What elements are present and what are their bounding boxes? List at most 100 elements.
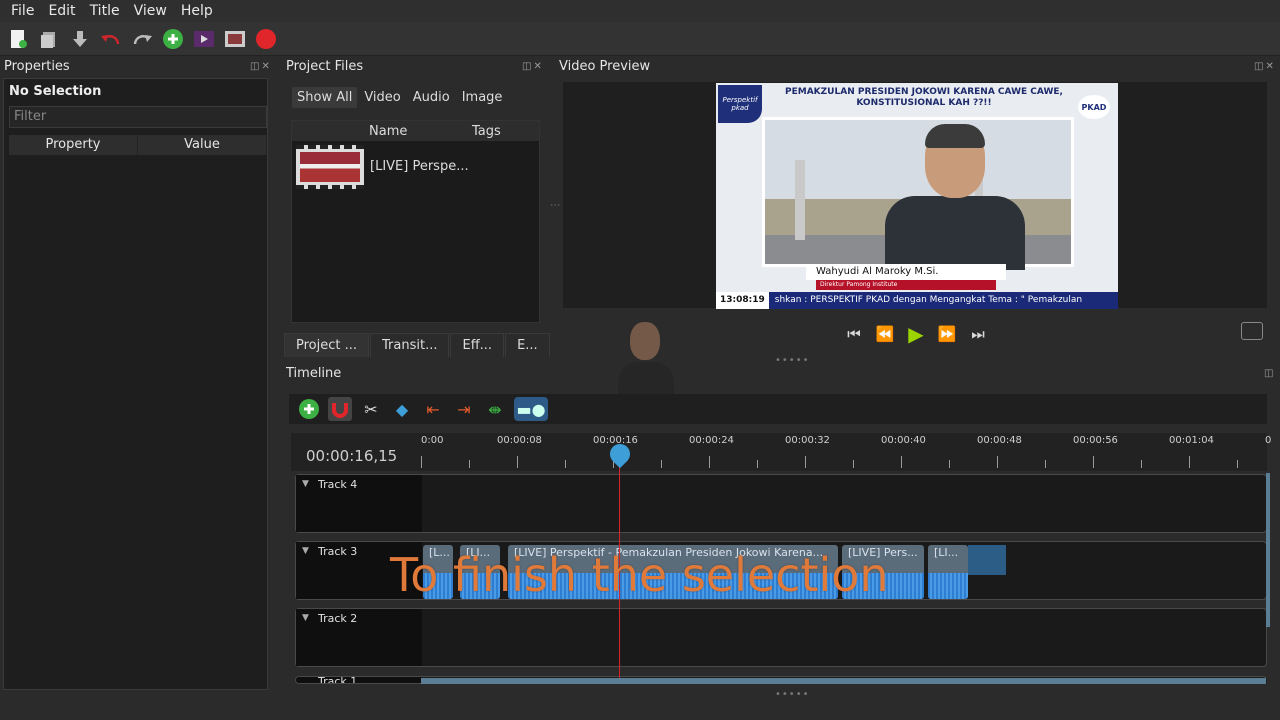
- undo-icon[interactable]: [99, 27, 123, 51]
- ruler-tick: [469, 460, 470, 468]
- jump-start-icon[interactable]: ⏮: [843, 325, 865, 343]
- timeline-horizontal-scrollbar[interactable]: [421, 678, 1267, 684]
- project-files-dock-buttons[interactable]: ◫✕: [522, 61, 544, 72]
- rewind-icon[interactable]: ⏪: [874, 325, 896, 343]
- previous-marker-icon[interactable]: ⇤: [421, 397, 445, 421]
- jump-end-icon[interactable]: ⏭: [967, 325, 989, 343]
- ruler-tick: [949, 460, 950, 468]
- scrollbar-thumb[interactable]: [421, 678, 1266, 684]
- track-label: Track 1: [318, 676, 358, 684]
- snapping-icon[interactable]: [328, 397, 352, 421]
- ruler-tick: [517, 456, 518, 468]
- name-column-header[interactable]: Name: [369, 124, 407, 139]
- profile-icon[interactable]: [192, 27, 216, 51]
- value-column-header[interactable]: Value: [138, 135, 267, 155]
- video-preview-title: Video Preview: [559, 59, 651, 74]
- collapse-icon[interactable]: ▼: [302, 613, 309, 623]
- menu-file[interactable]: File: [4, 3, 41, 19]
- splitter-handle[interactable]: •••••: [775, 689, 810, 700]
- ruler-label: 00:01:04: [1169, 435, 1214, 446]
- track-header[interactable]: ▼ Track 2: [296, 609, 422, 666]
- track-2[interactable]: ▼ Track 2: [295, 608, 1267, 667]
- tab-image[interactable]: Image: [457, 87, 508, 108]
- timeline-vertical-scrollbar[interactable]: [1266, 473, 1270, 627]
- property-column-header[interactable]: Property: [9, 135, 138, 155]
- timeline-title: Timeline: [286, 366, 342, 381]
- ruler-tick: [805, 456, 806, 468]
- track-label: Track 2: [318, 612, 358, 625]
- ruler-tick: [1237, 460, 1238, 468]
- tower-shape: [795, 160, 805, 240]
- tags-column-header[interactable]: Tags: [472, 124, 501, 139]
- speaker-role: Direktur Pamong Institute: [816, 280, 996, 290]
- ruler-tick: [901, 456, 902, 468]
- collapse-icon[interactable]: ▼: [302, 479, 309, 489]
- import-files-icon[interactable]: [161, 27, 185, 51]
- snapshot-icon[interactable]: [1241, 322, 1263, 340]
- play-icon[interactable]: ▶: [905, 322, 927, 346]
- speaker-body: [885, 196, 1025, 270]
- pkad-logo: PKAD: [1078, 95, 1110, 119]
- track-header[interactable]: ▼ Track 4: [296, 475, 422, 532]
- ruler-tick: [709, 456, 710, 468]
- file-name[interactable]: [LIVE] Perspe...: [370, 159, 469, 174]
- timeline-ruler[interactable]: 0:00 00:00:08 00:00:16 00:00:24 00:00:32…: [291, 433, 1271, 471]
- news-ticker: 13:08:19 shkan : PERSPEKTIF PKAD dengan M…: [716, 292, 1118, 309]
- ruler-tick: [1141, 460, 1142, 468]
- menu-title[interactable]: Title: [83, 3, 127, 19]
- presenter-webcam-overlay: [612, 316, 680, 396]
- file-thumbnail[interactable]: [296, 145, 364, 189]
- save-project-icon[interactable]: [68, 27, 92, 51]
- tab-show-all[interactable]: Show All: [292, 87, 358, 108]
- tab-emojis[interactable]: E...: [505, 333, 550, 357]
- video-scene: [762, 117, 1074, 270]
- menu-help[interactable]: Help: [174, 3, 220, 19]
- tab-video[interactable]: Video: [359, 87, 405, 108]
- track-header[interactable]: Track 1: [296, 676, 422, 684]
- tab-effects[interactable]: Eff...: [450, 333, 505, 357]
- menu-view[interactable]: View: [127, 3, 174, 19]
- tutorial-caption: To finish the selection: [390, 548, 889, 602]
- properties-title: Properties: [4, 59, 70, 74]
- filter-input[interactable]: Filter: [9, 106, 267, 128]
- tab-transitions[interactable]: Transit...: [370, 333, 450, 357]
- timeline-clip[interactable]: [LI...: [928, 545, 968, 599]
- razor-icon[interactable]: ✂: [359, 397, 383, 421]
- export-video-icon[interactable]: [254, 27, 278, 51]
- selection-status: No Selection: [9, 84, 102, 99]
- add-marker-icon[interactable]: ◆: [390, 397, 414, 421]
- video-preview-dock-buttons[interactable]: ◫✕: [1254, 61, 1276, 72]
- new-project-icon[interactable]: [6, 27, 30, 51]
- center-playhead-icon[interactable]: ⇼: [483, 397, 507, 421]
- ruler-tick: [1093, 456, 1094, 468]
- ruler-label: 00:00:40: [881, 435, 926, 446]
- zoom-slider-icon[interactable]: ▬●: [514, 397, 548, 421]
- project-files-filter-tabs: Show All Video Audio Image: [292, 87, 509, 108]
- project-files-list: Name Tags [LIVE] Perspe...: [291, 120, 540, 323]
- menu-bar: File Edit Title View Help: [0, 0, 1280, 22]
- splitter-handle[interactable]: ⋮: [549, 200, 560, 211]
- track-label: Track 3: [318, 545, 358, 558]
- collapse-icon[interactable]: ▼: [302, 546, 309, 556]
- video-frame: Perspektif pkad PEMAKZULAN PRESIDEN JOKO…: [716, 83, 1118, 309]
- timeline-dock-buttons[interactable]: ◫: [1264, 368, 1275, 379]
- add-track-icon[interactable]: [297, 397, 321, 421]
- ruler-label: 00:00:08: [497, 435, 542, 446]
- ruler-label: 00:00:48: [977, 435, 1022, 446]
- menu-edit[interactable]: Edit: [41, 3, 82, 19]
- tab-project-files[interactable]: Project ...: [284, 333, 370, 357]
- redo-icon[interactable]: [130, 27, 154, 51]
- tab-audio[interactable]: Audio: [408, 87, 455, 108]
- open-project-icon[interactable]: [37, 27, 61, 51]
- fullscreen-icon[interactable]: [223, 27, 247, 51]
- properties-dock-buttons[interactable]: ◫✕: [250, 61, 272, 72]
- main-toolbar: [0, 22, 1280, 56]
- fast-forward-icon[interactable]: ⏩: [936, 325, 958, 343]
- ruler-tick: [853, 460, 854, 468]
- next-marker-icon[interactable]: ⇥: [452, 397, 476, 421]
- playback-controls: ⏮ ⏪ ▶ ⏩ ⏭: [843, 322, 998, 346]
- speaker-hair: [925, 124, 985, 148]
- splitter-handle[interactable]: •••••: [775, 355, 810, 366]
- track-4[interactable]: ▼ Track 4: [295, 474, 1267, 533]
- ruler-tick: [565, 460, 566, 468]
